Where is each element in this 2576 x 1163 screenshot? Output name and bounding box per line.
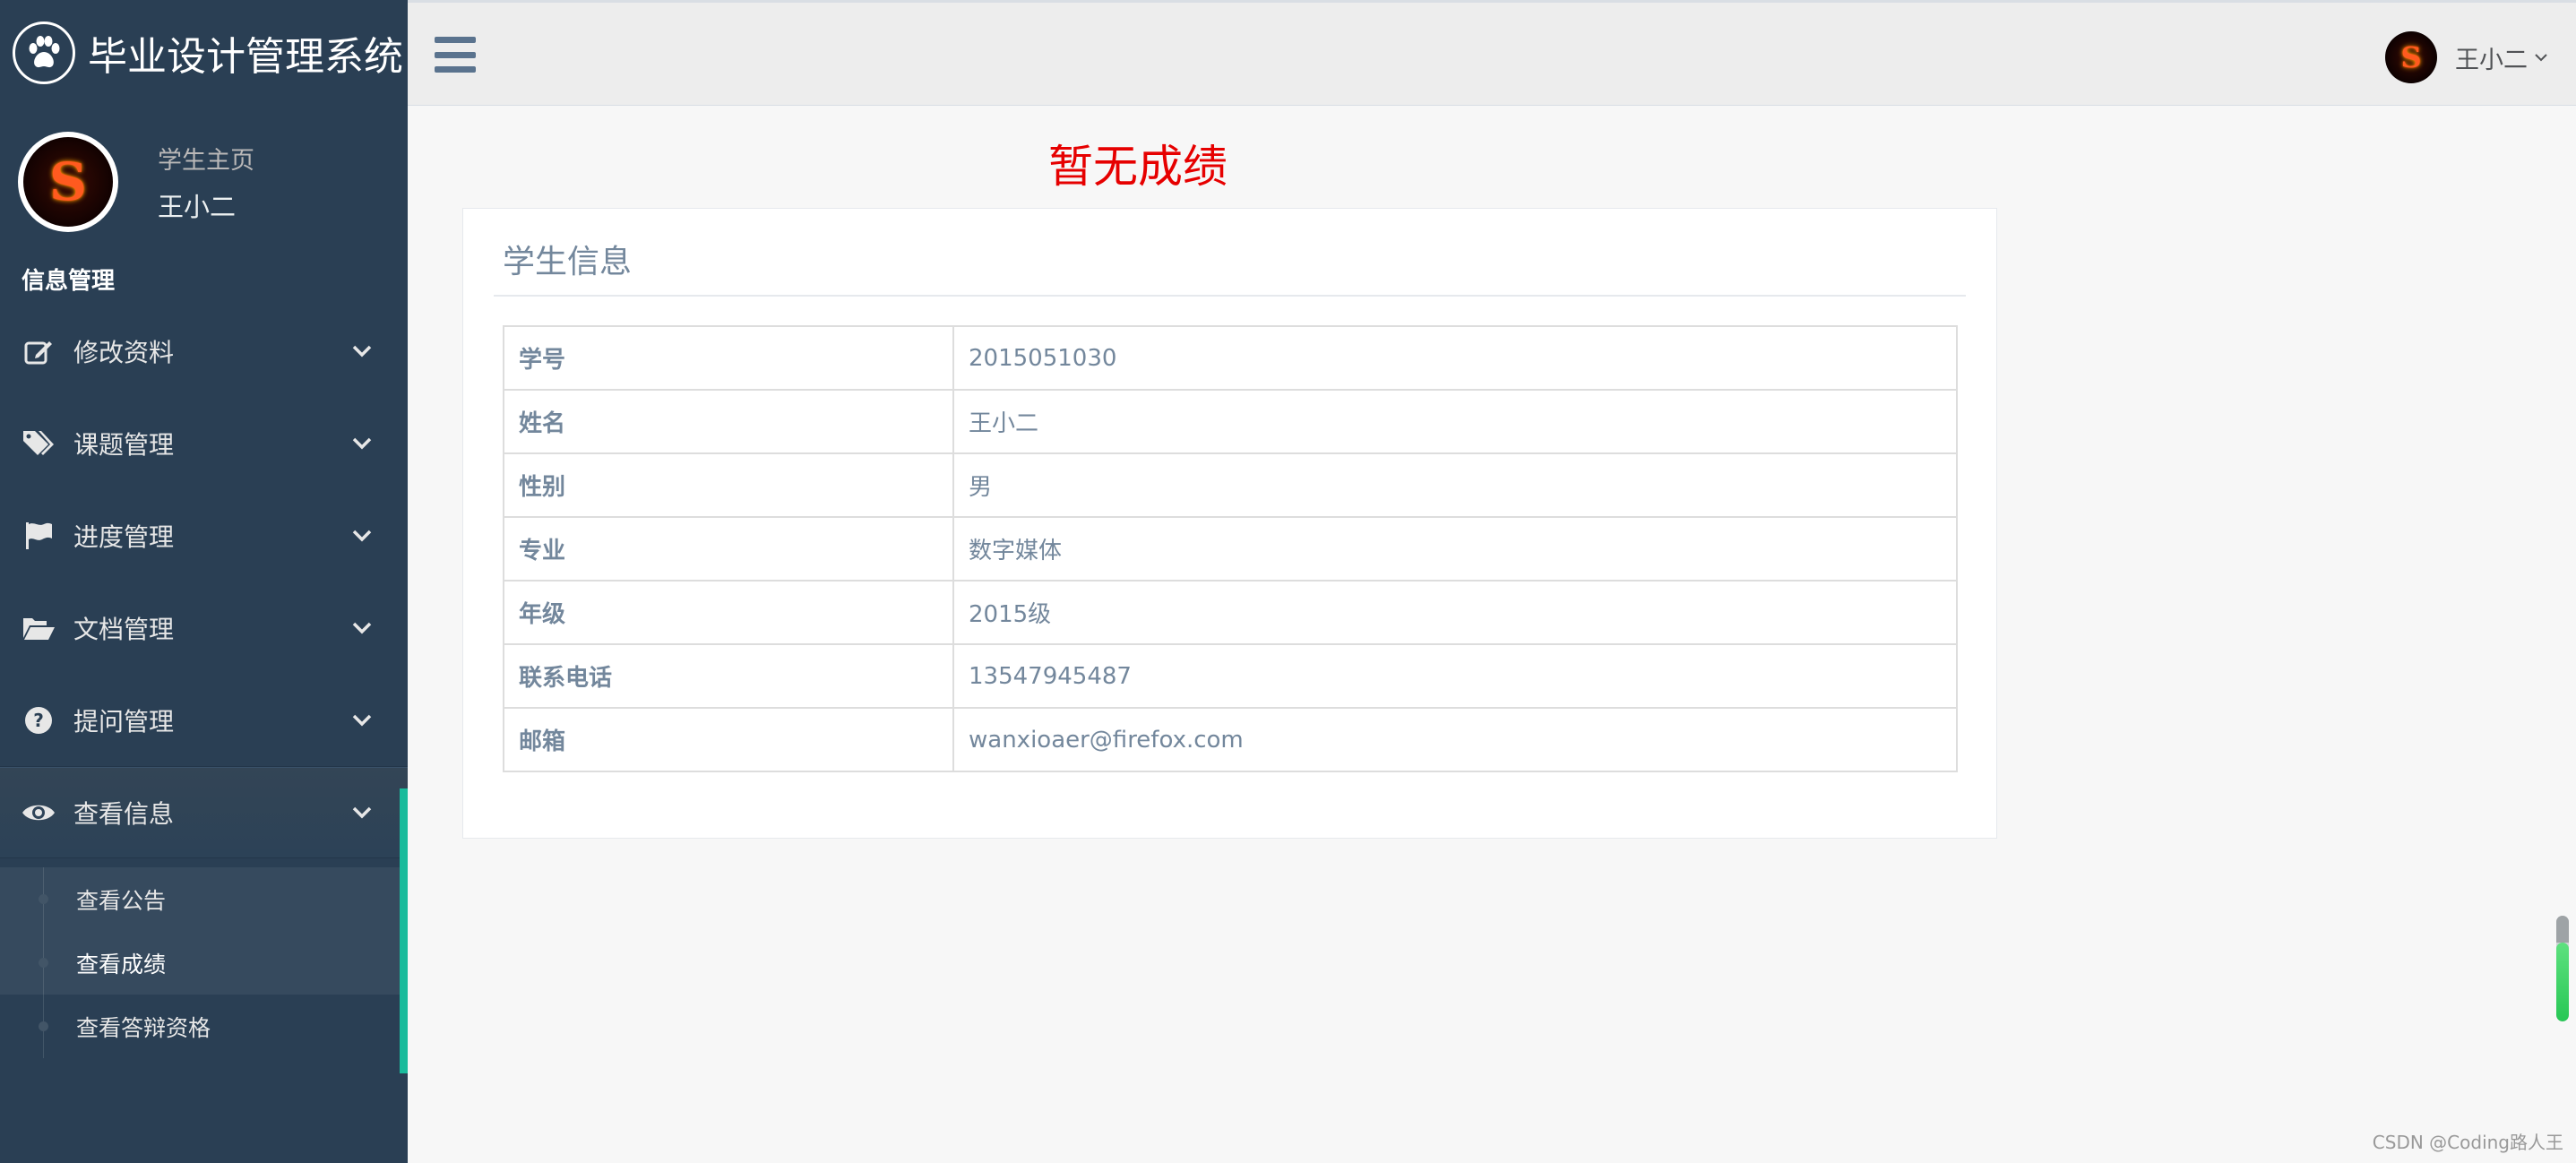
user-avatar: S (2385, 31, 2437, 83)
table-value: 13547945487 (952, 643, 1958, 709)
subnav-item-defense-eligibility[interactable]: 查看答辩资格 (0, 995, 408, 1058)
profile-subtitle: 学生主页 (158, 146, 254, 175)
scrollbar[interactable] (2556, 916, 2569, 1021)
table-row: 学号 2015051030 (503, 325, 1958, 391)
panel-title: 学生信息 (503, 244, 633, 280)
student-info-panel: 学生信息 学号 2015051030 姓名 王小二 性别 男 专业 数字媒体 年… (462, 208, 1997, 839)
flag-icon (22, 519, 56, 553)
brand-title: 毕业设计管理系统 (88, 34, 403, 80)
chevron-down-icon (350, 524, 374, 547)
bullet-dot (39, 894, 48, 904)
subnav-item-label: 查看公告 (76, 887, 167, 914)
table-row: 年级 2015级 (503, 580, 1958, 645)
table-value: 王小二 (952, 389, 1958, 454)
table-key: 邮箱 (503, 707, 954, 772)
watermark: CSDN @Coding路人王 (2372, 1132, 2563, 1153)
table-row: 专业 数字媒体 (503, 516, 1958, 582)
sidebar-item-edit-profile[interactable]: 修改资料 (0, 305, 408, 397)
profile-name: 王小二 (158, 191, 237, 222)
chevron-down-icon (2533, 49, 2549, 65)
chevron-down-icon (350, 616, 374, 640)
panel-divider (494, 295, 1966, 297)
user-name: 王小二 (2455, 46, 2528, 74)
top-navbar: S 王小二 (408, 0, 2576, 106)
sidebar-item-label: 查看信息 (73, 798, 175, 829)
no-score-message: 暂无成绩 (1048, 141, 1228, 193)
tags-icon (22, 426, 56, 461)
sidebar-item-view-info[interactable]: 查看信息 (0, 766, 408, 858)
sidebar-item-documents[interactable]: 文档管理 (0, 582, 408, 674)
sidebar-item-progress[interactable]: 进度管理 (0, 489, 408, 582)
sidebar-item-topics[interactable]: 课题管理 (0, 397, 408, 489)
table-value: 数字媒体 (952, 516, 1958, 582)
sidebar-item-questions[interactable]: ? 提问管理 (0, 674, 408, 766)
sidebar-item-label: 文档管理 (73, 614, 175, 644)
subnav: 查看公告 查看成绩 查看答辩资格 (0, 867, 408, 1058)
table-value: wanxioaer@firefox.com (952, 707, 1958, 772)
user-menu[interactable]: S 王小二 (2385, 31, 2549, 83)
chevron-down-icon (350, 801, 374, 824)
paw-icon (13, 22, 75, 84)
table-key: 联系电话 (503, 643, 954, 709)
table-value: 2015级 (952, 580, 1958, 645)
chevron-down-icon (350, 432, 374, 455)
sidebar: 毕业设计管理系统 S 学生主页 王小二 信息管理 修改资料 课题管理 进度管理 (0, 0, 408, 1163)
table-key: 专业 (503, 516, 954, 582)
chevron-down-icon (350, 709, 374, 732)
sidebar-item-label: 修改资料 (73, 337, 175, 367)
table-key: 性别 (503, 452, 954, 518)
chevron-down-icon (350, 340, 374, 363)
brand[interactable]: 毕业设计管理系统 (0, 0, 408, 106)
table-value: 男 (952, 452, 1958, 518)
section-title: 信息管理 (22, 268, 116, 295)
table-key: 姓名 (503, 389, 954, 454)
subnav-item-scores[interactable]: 查看成绩 (0, 931, 408, 995)
menu-toggle-icon[interactable] (435, 37, 476, 73)
bullet-dot (39, 1021, 48, 1031)
table-row: 邮箱 wanxioaer@firefox.com (503, 707, 1958, 772)
svg-text:?: ? (33, 710, 44, 731)
active-indicator-bar (400, 788, 408, 1073)
edit-icon (22, 334, 56, 368)
subnav-item-announcements[interactable]: 查看公告 (0, 867, 408, 931)
subnav-item-label: 查看答辩资格 (76, 1014, 211, 1041)
table-value: 2015051030 (952, 325, 1958, 391)
table-key: 学号 (503, 325, 954, 391)
table-row: 性别 男 (503, 452, 1958, 518)
eye-icon (22, 796, 56, 830)
table-key: 年级 (503, 580, 954, 645)
sidebar-item-label: 进度管理 (73, 521, 175, 552)
sidebar-item-label: 课题管理 (73, 429, 175, 460)
folder-open-icon (22, 611, 56, 645)
profile: S 学生主页 王小二 (0, 106, 408, 258)
subnav-item-label: 查看成绩 (76, 951, 167, 978)
table-row: 联系电话 13547945487 (503, 643, 1958, 709)
question-circle-icon: ? (22, 703, 56, 737)
bullet-dot (39, 958, 48, 968)
student-info-table: 学号 2015051030 姓名 王小二 性别 男 专业 数字媒体 年级 201… (503, 325, 1958, 772)
sidebar-item-label: 提问管理 (73, 706, 175, 737)
avatar: S (18, 132, 118, 232)
table-row: 姓名 王小二 (503, 389, 1958, 454)
